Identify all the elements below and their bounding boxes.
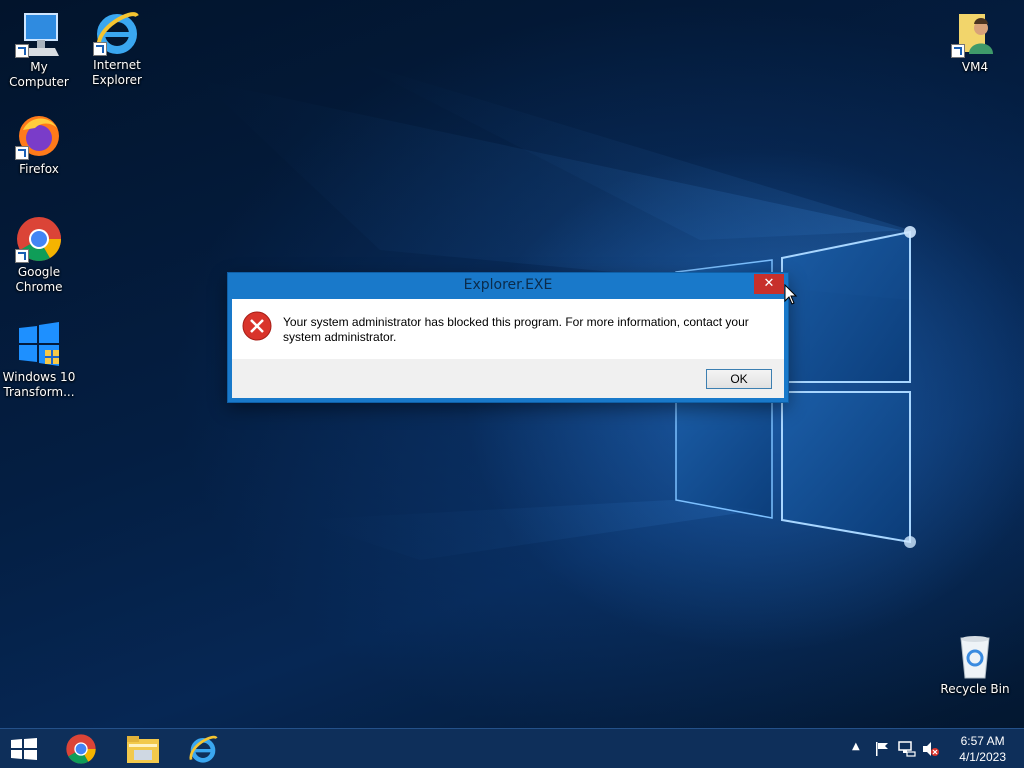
desktop-icon-firefox[interactable]: Firefox — [1, 112, 77, 177]
action-center-flag-icon[interactable] — [874, 741, 890, 757]
clock-date: 4/1/2023 — [959, 750, 1006, 764]
dialog-title-bar[interactable]: Explorer.EXE ✕ — [228, 273, 788, 299]
shortcut-arrow-icon — [93, 42, 107, 56]
desktop-icon-internet-explorer[interactable]: Internet Explorer — [79, 8, 155, 88]
windows-start-icon — [11, 738, 37, 760]
error-dialog[interactable]: Explorer.EXE ✕ Your system administrator… — [228, 273, 788, 402]
desktop-icon-label: Internet Explorer — [92, 58, 142, 87]
shortcut-arrow-icon — [15, 44, 29, 58]
desktop-icon-windows-10-transform[interactable]: Windows 10 Transform... — [1, 320, 77, 400]
windows-logo-icon — [15, 320, 63, 368]
desktop-icon-label: Recycle Bin — [940, 682, 1010, 696]
chrome-icon — [15, 215, 63, 263]
taskbar-internet-explorer[interactable] — [177, 729, 233, 769]
desktop-icon-google-chrome[interactable]: Google Chrome — [1, 215, 77, 295]
mouse-cursor-icon — [784, 284, 798, 305]
shortcut-arrow-icon — [951, 44, 965, 58]
network-icon[interactable] — [898, 741, 916, 757]
desktop-icon-my-computer[interactable]: My Computer — [1, 10, 77, 90]
taskbar-chrome[interactable] — [55, 729, 111, 769]
shortcut-arrow-icon — [15, 249, 29, 263]
desktop-icon-label: VM4 — [961, 60, 989, 74]
shortcut-arrow-icon — [15, 146, 29, 160]
computer-icon — [15, 10, 63, 58]
desktop-icon-recycle-bin[interactable]: Recycle Bin — [937, 632, 1013, 697]
file-explorer-icon — [127, 736, 159, 763]
dialog-message: Your system administrator has blocked th… — [283, 315, 749, 344]
show-hidden-icons-chevron-icon[interactable]: ▲ — [852, 741, 860, 752]
internet-explorer-icon — [189, 735, 218, 763]
taskbar-clock[interactable]: 6:57 AM 4/1/2023 — [959, 733, 1006, 765]
desktop-icon-label: Google Chrome — [15, 265, 63, 294]
desktop-icon-label: Windows 10 Transform... — [2, 370, 76, 399]
ok-button[interactable]: OK — [706, 369, 772, 389]
user-folder-icon — [951, 10, 999, 58]
desktop[interactable]: My Computer Internet Explorer Firefox Go… — [0, 0, 1024, 728]
dialog-message-area: Your system administrator has blocked th… — [232, 299, 784, 359]
dialog-title: Explorer.EXE — [463, 277, 553, 293]
taskbar-file-explorer[interactable] — [116, 729, 172, 769]
firefox-icon — [15, 112, 63, 160]
system-tray: ▲ — [848, 729, 948, 769]
volume-muted-icon[interactable] — [922, 741, 940, 757]
taskbar: ▲ 6:57 AM 4/1/2023 — [0, 728, 1024, 768]
clock-time: 6:57 AM — [960, 734, 1005, 748]
error-icon — [242, 311, 272, 341]
desktop-icon-vm4[interactable]: VM4 — [937, 10, 1013, 75]
chrome-icon — [66, 734, 96, 764]
dialog-body: Your system administrator has blocked th… — [232, 299, 784, 398]
close-button[interactable]: ✕ — [754, 274, 784, 294]
desktop-icon-label: My Computer — [9, 60, 69, 89]
desktop-icon-label: Firefox — [19, 162, 59, 176]
recycle-bin-icon — [951, 632, 999, 680]
internet-explorer-icon — [93, 8, 141, 56]
start-button[interactable] — [0, 729, 56, 769]
close-icon: ✕ — [763, 276, 775, 291]
